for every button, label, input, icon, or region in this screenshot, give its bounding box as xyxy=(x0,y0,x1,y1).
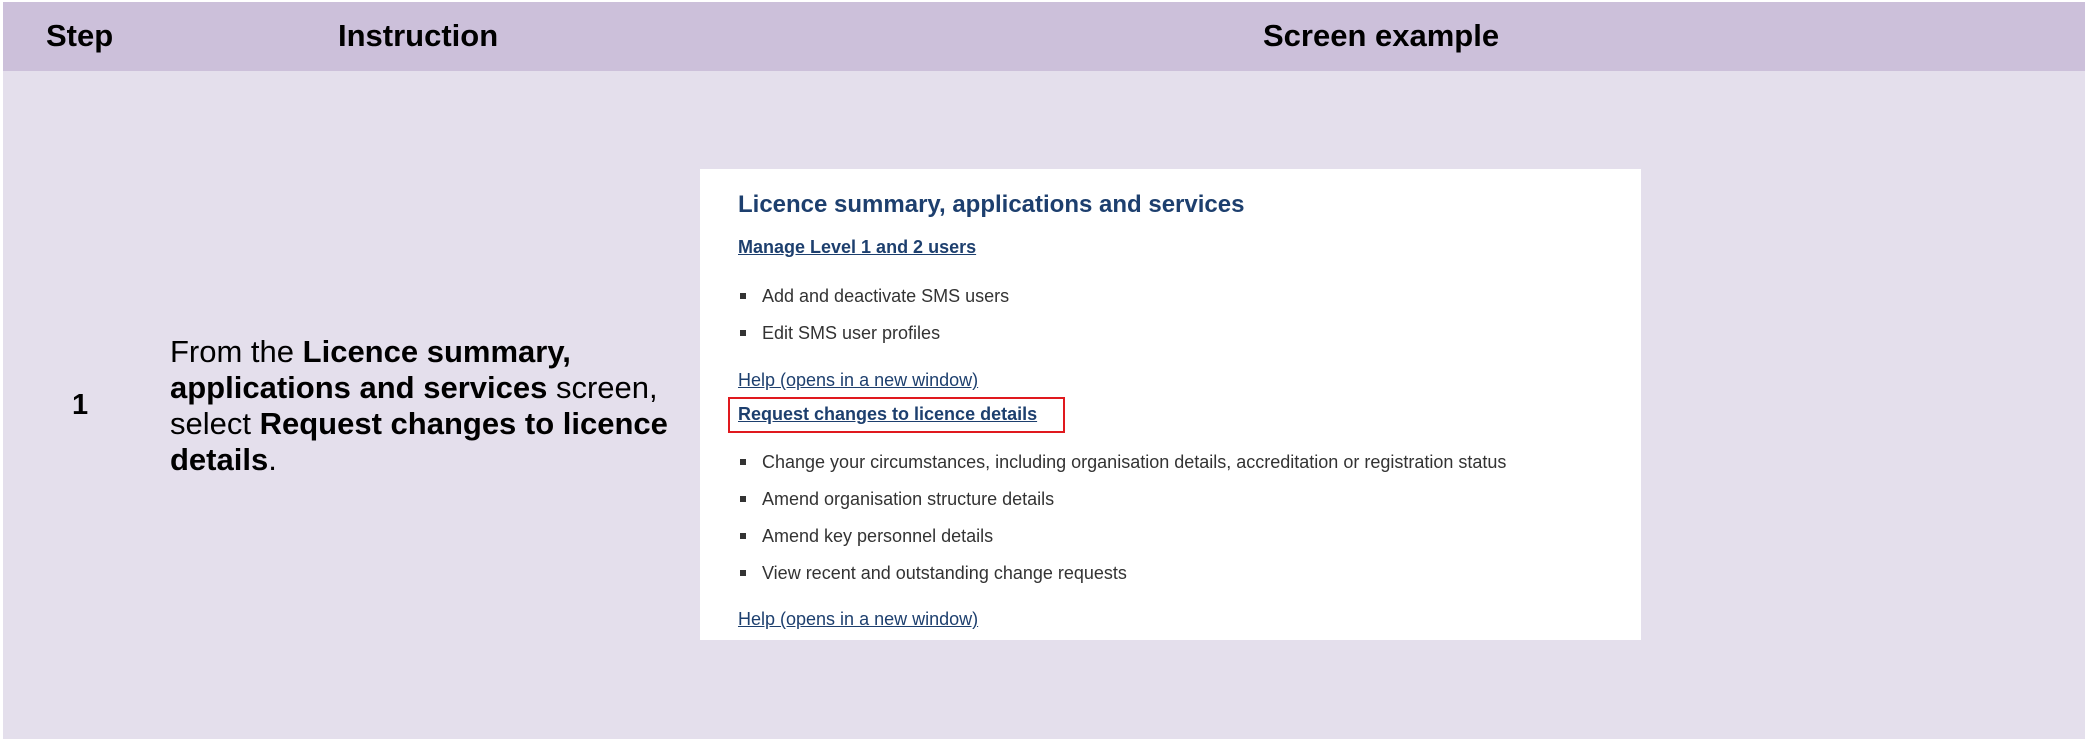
table-header: Step Instruction Screen example xyxy=(3,2,2085,71)
request-changes-link[interactable]: Request changes to licence details xyxy=(738,404,1037,425)
screen-example-image: Licence summary, applications and servic… xyxy=(700,169,1641,640)
step-number: 1 xyxy=(72,389,89,421)
manage-users-link[interactable]: Manage Level 1 and 2 users xyxy=(738,237,976,258)
instruction-text: From the Licence summary, applications a… xyxy=(170,334,670,478)
manage-users-list: Add and deactivate SMS users Edit SMS us… xyxy=(738,285,1009,359)
header-step: Step xyxy=(46,18,114,53)
instruction-part: From the xyxy=(170,334,303,369)
header-instruction: Instruction xyxy=(338,18,499,53)
list-item: Edit SMS user profiles xyxy=(738,322,1009,359)
request-changes-list: Change your circumstances, including org… xyxy=(738,451,1506,599)
header-screen-example: Screen example xyxy=(1263,18,1500,53)
instruction-part: . xyxy=(268,442,277,477)
instruction-table: Step Instruction Screen example 1 From t… xyxy=(3,2,2085,739)
page-title: Licence summary, applications and servic… xyxy=(738,191,1245,218)
list-item: View recent and outstanding change reque… xyxy=(738,562,1506,599)
help-link[interactable]: Help (opens in a new window) xyxy=(738,370,978,391)
list-item: Amend key personnel details xyxy=(738,525,1506,562)
help-link[interactable]: Help (opens in a new window) xyxy=(738,609,978,630)
list-item: Amend organisation structure details xyxy=(738,488,1506,525)
list-item: Change your circumstances, including org… xyxy=(738,451,1506,488)
list-item: Add and deactivate SMS users xyxy=(738,285,1009,322)
